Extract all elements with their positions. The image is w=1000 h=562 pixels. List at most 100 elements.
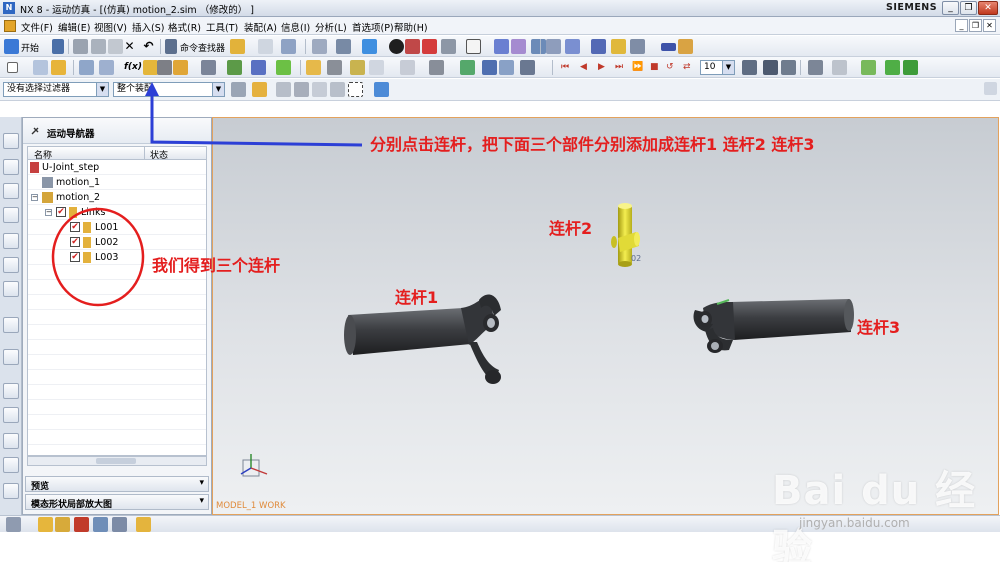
pin-icon[interactable] [30, 126, 40, 136]
command-finder-icon[interactable] [165, 39, 177, 54]
play-options-icon[interactable] [630, 39, 645, 54]
cut-icon[interactable] [73, 39, 88, 54]
chevron-down-icon[interactable]: ▼ [722, 61, 734, 74]
copy-icon[interactable] [91, 39, 106, 54]
undo-icon[interactable]: ↶ [141, 39, 156, 54]
pick-icon[interactable] [312, 82, 327, 97]
environment-icon[interactable] [33, 60, 48, 75]
function-icon[interactable]: f(x) [124, 60, 142, 75]
loop-icon[interactable]: ↺ [666, 60, 681, 75]
record-icon[interactable] [742, 60, 757, 75]
view-icon[interactable] [112, 517, 127, 532]
analyze-icon[interactable] [591, 39, 606, 54]
paste-icon[interactable] [108, 39, 123, 54]
link-icon[interactable] [143, 60, 158, 75]
nx-app-icon[interactable]: N [3, 2, 15, 14]
solve-icon[interactable] [520, 60, 535, 75]
snap-icon[interactable] [258, 39, 273, 54]
section-icon[interactable] [405, 39, 420, 54]
render-style-icon[interactable] [389, 39, 404, 54]
chevron-down-icon[interactable]: ▼ [212, 83, 224, 96]
capture-icon[interactable] [763, 60, 778, 75]
filter-icon[interactable] [281, 39, 296, 54]
group-icon[interactable] [93, 517, 108, 532]
damper-icon[interactable] [251, 60, 266, 75]
master-model-icon[interactable] [51, 60, 66, 75]
select-all-icon[interactable] [276, 82, 291, 97]
measure-icon[interactable] [565, 39, 580, 54]
menu-info[interactable]: 信息(I) [281, 20, 310, 34]
chevron-down-icon[interactable]: ▼ [96, 83, 108, 96]
minimize-button[interactable]: _ [942, 1, 959, 15]
graph-icon[interactable] [661, 43, 676, 51]
snap-point-icon[interactable] [252, 82, 267, 97]
driver-icon[interactable] [482, 60, 497, 75]
horizontal-scrollbar[interactable] [27, 456, 207, 466]
type-filter-select[interactable]: 没有选择过滤器 ▼ [3, 82, 109, 97]
play-icon[interactable]: ▶ [598, 60, 613, 75]
menu-file[interactable]: 文件(F) [21, 20, 53, 34]
column-divider[interactable] [144, 147, 145, 159]
menu-edit[interactable]: 编辑(E) [58, 20, 90, 34]
scrollbar-thumb[interactable] [96, 458, 136, 464]
menu-view[interactable]: 视图(V) [94, 20, 127, 34]
vector-force-icon[interactable] [400, 60, 415, 75]
preview-panel[interactable]: 预览 ▾ [25, 476, 209, 492]
ping-pong-icon[interactable]: ⇄ [683, 60, 698, 75]
tree-row-motion1[interactable]: motion_1 [28, 175, 206, 190]
chevron-down-icon[interactable]: ▾ [199, 478, 204, 488]
start-icon[interactable] [4, 39, 19, 54]
marker-icon[interactable] [327, 60, 342, 75]
select-tool-icon[interactable] [230, 39, 245, 54]
torque-icon[interactable] [429, 60, 444, 75]
contact-icon[interactable] [306, 60, 321, 75]
doc-restore-icon[interactable]: ❐ [969, 19, 982, 32]
link-checkbox[interactable]: ✔ [70, 252, 80, 262]
settings-icon[interactable] [231, 82, 246, 97]
web-browser-tab-icon[interactable] [3, 257, 19, 273]
new-icon[interactable] [7, 62, 18, 73]
step-forward-icon[interactable]: ⏭ [615, 60, 630, 75]
cube-icon[interactable] [374, 82, 389, 97]
cue-line-icon[interactable] [6, 517, 21, 532]
next-view-icon[interactable] [903, 60, 918, 75]
roles-tab-icon[interactable] [3, 407, 19, 423]
menu-format[interactable]: 格式(R) [168, 20, 201, 34]
joint-tool-icon[interactable] [157, 60, 172, 75]
bushing-icon[interactable] [276, 60, 291, 75]
collapse-icon[interactable]: − [31, 194, 38, 201]
connector-icon[interactable] [173, 60, 188, 75]
step-back-icon[interactable]: ◀ [580, 60, 595, 75]
motion-tab-icon[interactable] [3, 483, 19, 499]
coupler-icon[interactable] [201, 60, 216, 75]
history-tab-icon[interactable] [3, 281, 19, 297]
measure-distance-icon[interactable] [885, 60, 900, 75]
orient-icon[interactable] [336, 39, 351, 54]
link3-part[interactable] [693, 299, 855, 353]
animation-icon[interactable] [531, 39, 546, 54]
solution-icon[interactable] [499, 60, 514, 75]
layer-icon[interactable] [441, 39, 456, 54]
quick-pick-icon[interactable] [38, 517, 53, 532]
export-movie-icon[interactable] [781, 60, 796, 75]
menu-analysis[interactable]: 分析(L) [315, 20, 347, 34]
assembly-navigator-tab-icon[interactable] [3, 133, 19, 149]
shaded-icon[interactable] [362, 39, 377, 54]
trace-icon[interactable] [808, 60, 823, 75]
start-button[interactable]: 开始 [21, 41, 39, 54]
joint-icon[interactable] [511, 39, 526, 54]
delete-icon[interactable]: ✕ [122, 39, 137, 54]
menu-tools[interactable]: 工具(T) [206, 20, 238, 34]
collapse-icon[interactable]: − [45, 209, 52, 216]
document-tab-icon[interactable] [3, 349, 19, 365]
fast-forward-icon[interactable]: ⏩ [632, 60, 647, 75]
part-color-icon[interactable] [422, 39, 437, 54]
modal-shape-panel[interactable]: 模态形状局部放大图 ▾ [25, 494, 209, 510]
save-icon[interactable] [52, 39, 64, 54]
fullscreen-icon[interactable] [984, 82, 997, 95]
tree-row-link[interactable]: ✔ L001 [28, 220, 206, 235]
reuse-library-tab-icon[interactable] [3, 207, 19, 223]
stop-icon[interactable]: ■ [650, 60, 665, 75]
menu-help[interactable]: 帮助(H) [394, 20, 428, 34]
deselect-icon[interactable] [294, 82, 309, 97]
